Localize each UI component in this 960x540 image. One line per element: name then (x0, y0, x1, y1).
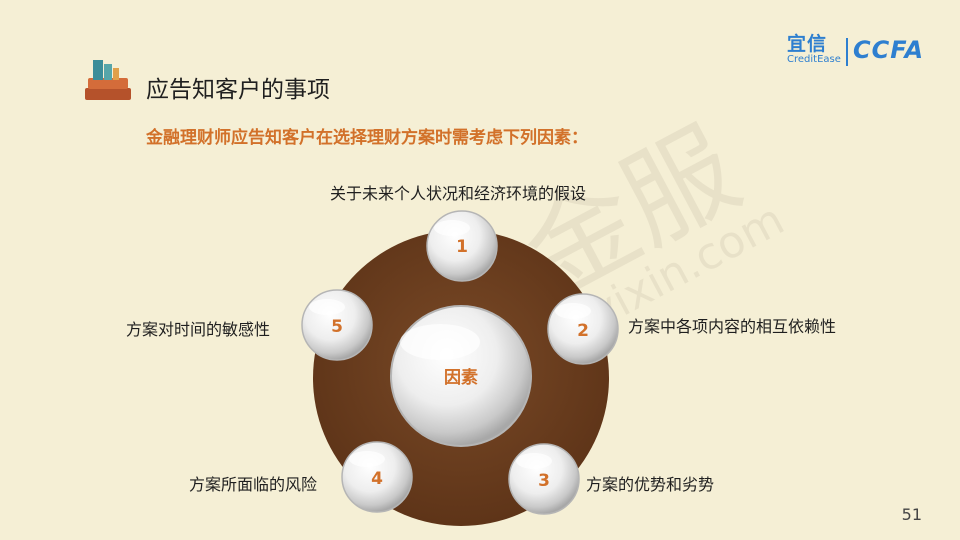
factor-label-3: 方案的优势和劣势 (586, 475, 715, 494)
node-number-4: 4 (371, 469, 383, 489)
center-label: 因素 (444, 368, 478, 388)
yixin-logo-en: CreditEase (787, 54, 841, 65)
diagram-graphic: 星火金服 xinghuo.yixin.com 1 2 3 4 5 因素 (85, 60, 792, 526)
factor-label-1: 关于未来个人状况和经济环境的假设 (330, 184, 587, 203)
factor-label-2: 方案中各项内容的相互依赖性 (628, 317, 837, 336)
page-number: 51 (901, 505, 922, 524)
slide-subtitle: 金融理财师应告知客户在选择理财方案时需考虑下列因素： (146, 128, 588, 148)
node-number-2: 2 (577, 321, 589, 341)
logo-divider (846, 38, 848, 66)
books-icon (85, 60, 131, 100)
yixin-logo: 宜信 CreditEase (787, 34, 841, 66)
ccfa-logo: CCFA (853, 36, 925, 64)
node-number-1: 1 (456, 237, 468, 257)
node-number-5: 5 (331, 317, 343, 337)
factor-label-5: 方案对时间的敏感性 (126, 320, 271, 339)
yixin-logo-cn: 宜信 (787, 33, 828, 55)
slide-title: 应告知客户的事项 (146, 77, 330, 103)
factor-label-4: 方案所面临的风险 (189, 475, 318, 494)
node-number-3: 3 (538, 471, 550, 491)
